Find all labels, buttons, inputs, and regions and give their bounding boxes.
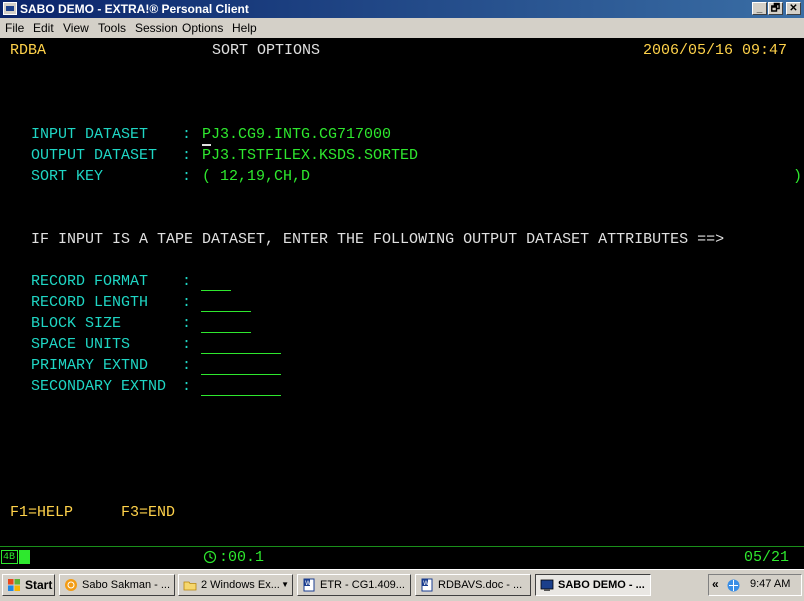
menu-view[interactable]: View <box>63 21 89 35</box>
record-length-field[interactable] <box>201 294 251 312</box>
terminal-app-icon[interactable] <box>3 2 17 15</box>
system-id: RDBA <box>10 42 47 59</box>
primary-extend-field[interactable] <box>201 357 281 375</box>
folder-icon <box>183 581 197 591</box>
taskbar-item-sabo-demo[interactable]: SABO DEMO - ... <box>535 574 651 596</box>
session-indicator: 4B <box>1 550 18 564</box>
menu-options[interactable]: Options <box>182 21 223 35</box>
menu-bar: File Edit View Tools Session Options Hel… <box>0 18 804 38</box>
system-clock[interactable]: 9:47 AM <box>750 578 790 590</box>
sort-key-field[interactable]: ( 12,19,CH,D <box>202 168 310 186</box>
colon: : <box>182 168 192 185</box>
start-label: Start <box>25 578 53 592</box>
svg-text:W: W <box>423 580 429 587</box>
taskbar-item-label: ETR - CG1.409... <box>320 579 405 591</box>
colon: : <box>182 147 192 164</box>
tape-instruction: IF INPUT IS A TAPE DATASET, ENTER THE FO… <box>31 231 725 248</box>
sort-key-label: SORT KEY <box>31 168 104 185</box>
taskbar-item-rdbavs-doc[interactable]: W RDBAVS.doc - ... <box>415 574 531 596</box>
system-tray: « 9:47 AM <box>708 574 802 596</box>
menu-help[interactable]: Help <box>232 21 257 35</box>
block-size-label: BLOCK SIZE <box>31 315 122 332</box>
windows-logo-icon <box>8 579 20 591</box>
taskbar-item-label: 2 Windows Ex... <box>201 579 280 591</box>
menu-tools[interactable]: Tools <box>98 21 126 35</box>
minimize-button[interactable]: _ <box>752 2 767 15</box>
terminal-icon <box>540 579 554 591</box>
block-size-field[interactable] <box>201 315 251 333</box>
colon: : <box>182 294 192 311</box>
svg-text:W: W <box>305 580 311 587</box>
output-dataset-label: OUTPUT DATASET <box>31 147 158 164</box>
taskbar-item-label: Sabo Sakman - ... <box>82 579 171 591</box>
start-button[interactable]: Start <box>2 574 55 596</box>
space-units-label: SPACE UNITS <box>31 336 131 353</box>
colon: : <box>182 126 192 143</box>
keyboard-ready-indicator <box>19 550 30 564</box>
record-format-label: RECORD FORMAT <box>31 273 149 290</box>
menu-edit[interactable]: Edit <box>33 21 54 35</box>
title-bar: SABO DEMO - EXTRA!® Personal Client _ 🗗 … <box>0 0 804 18</box>
taskbar: Start Sabo Sakman - ... 2 Windows Ex... … <box>0 569 804 601</box>
secondary-extend-label: SECONDARY EXTND <box>31 378 167 395</box>
secondary-extend-field[interactable] <box>201 378 281 396</box>
text-cursor <box>202 144 211 146</box>
network-icon[interactable] <box>726 578 741 593</box>
screen-title: SORT OPTIONS <box>212 42 321 59</box>
pf1-help: F1=HELP <box>10 504 74 521</box>
response-timer: :00.1 <box>219 549 265 566</box>
colon: : <box>182 273 192 290</box>
output-dataset-field[interactable]: PJ3.TSTFILEX.KSDS.SORTED <box>202 147 418 165</box>
input-dataset-field[interactable]: PJ3.CG9.INTG.CG717000 <box>202 126 391 144</box>
datetime: 2006/05/16 09:47 <box>643 42 788 59</box>
taskbar-item-etr[interactable]: W ETR - CG1.409... <box>297 574 411 596</box>
colon: : <box>182 378 192 395</box>
sort-key-close-paren: ) <box>793 168 803 185</box>
restore-button[interactable]: 🗗 <box>768 2 783 15</box>
taskbar-item-sabo-sakman[interactable]: Sabo Sakman - ... <box>59 574 175 596</box>
taskbar-item-windows-explorer[interactable]: 2 Windows Ex... ▼ <box>178 574 293 596</box>
taskbar-item-label: RDBAVS.doc - ... <box>438 579 523 591</box>
primary-extend-label: PRIMARY EXTND <box>31 357 149 374</box>
window-title: SABO DEMO - EXTRA!® Personal Client <box>20 2 249 16</box>
clock-icon <box>203 550 217 569</box>
terminal-screen[interactable]: RDBA SORT OPTIONS 2006/05/16 09:47 INPUT… <box>0 38 804 546</box>
colon: : <box>182 336 192 353</box>
space-units-field[interactable] <box>201 336 281 354</box>
record-length-label: RECORD LENGTH <box>31 294 149 311</box>
input-dataset-label: INPUT DATASET <box>31 126 149 143</box>
word-document-icon: W <box>303 578 315 592</box>
word-document-icon: W <box>421 578 433 592</box>
colon: : <box>182 315 192 332</box>
cursor-position: 05/21 <box>744 549 790 566</box>
show-hidden-icons-button[interactable]: « <box>712 577 719 591</box>
browser-icon <box>65 579 77 591</box>
dropdown-arrow-icon: ▼ <box>281 580 289 589</box>
status-line: 4B :00.1 05/21 <box>0 546 804 570</box>
menu-file[interactable]: File <box>5 21 24 35</box>
record-format-field[interactable] <box>201 273 231 291</box>
taskbar-item-label: SABO DEMO - ... <box>558 579 645 591</box>
pf3-end: F3=END <box>121 504 176 521</box>
colon: : <box>182 357 192 374</box>
menu-session[interactable]: Session <box>135 21 178 35</box>
close-button[interactable]: ✕ <box>786 2 801 15</box>
